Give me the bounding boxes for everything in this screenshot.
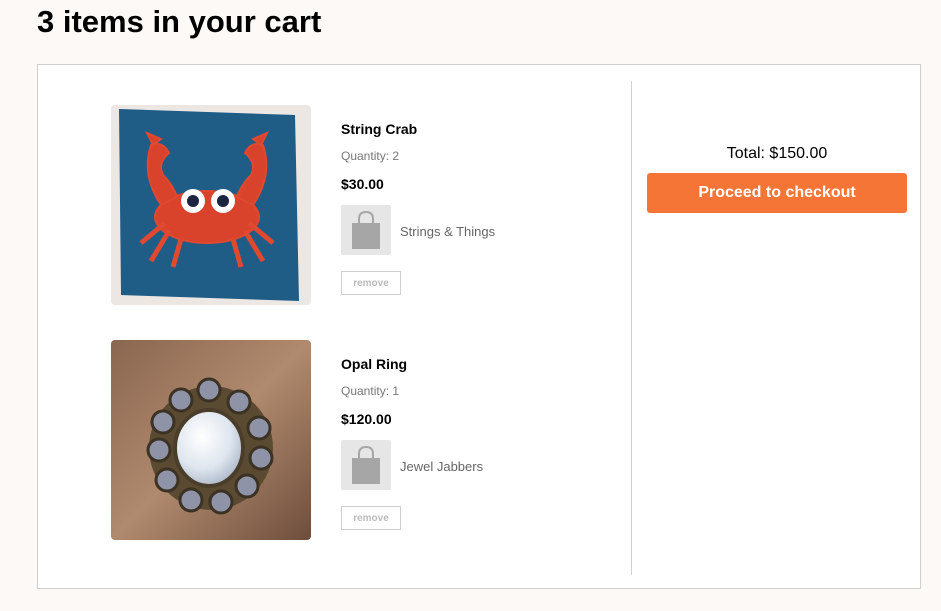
shop-name[interactable]: Jewel Jabbers	[400, 459, 483, 474]
item-quantity: Quantity: 2	[341, 149, 400, 163]
item-name[interactable]: Opal Ring	[341, 356, 407, 372]
cart-item: String Crab Quantity: 2 $30.00 Strings &…	[111, 105, 631, 305]
total-label: Total:	[726, 145, 765, 162]
remove-button[interactable]: remove	[341, 506, 401, 530]
total-row: Total: $150.00	[647, 145, 907, 163]
opal-ring-image[interactable]	[111, 340, 311, 540]
checkout-button[interactable]: Proceed to checkout	[647, 173, 907, 213]
page-title: 3 items in your cart	[37, 4, 322, 39]
order-summary: Total: $150.00 Proceed to checkout	[647, 145, 907, 213]
item-name[interactable]: String Crab	[341, 121, 417, 137]
cart-item: Opal Ring Quantity: 1 $120.00 Jewel Jabb…	[111, 340, 631, 540]
item-price: $30.00	[341, 176, 384, 192]
shop-name[interactable]: Strings & Things	[400, 224, 495, 239]
shopping-bag-icon[interactable]	[341, 440, 391, 490]
total-value: $150.00	[769, 145, 828, 162]
string-crab-image[interactable]	[111, 105, 311, 305]
shopping-bag-icon[interactable]	[341, 205, 391, 255]
remove-button[interactable]: remove	[341, 271, 401, 295]
cart-panel: String Crab Quantity: 2 $30.00 Strings &…	[37, 64, 921, 589]
item-quantity: Quantity: 1	[341, 384, 400, 398]
item-price: $120.00	[341, 411, 392, 427]
divider	[631, 81, 632, 575]
